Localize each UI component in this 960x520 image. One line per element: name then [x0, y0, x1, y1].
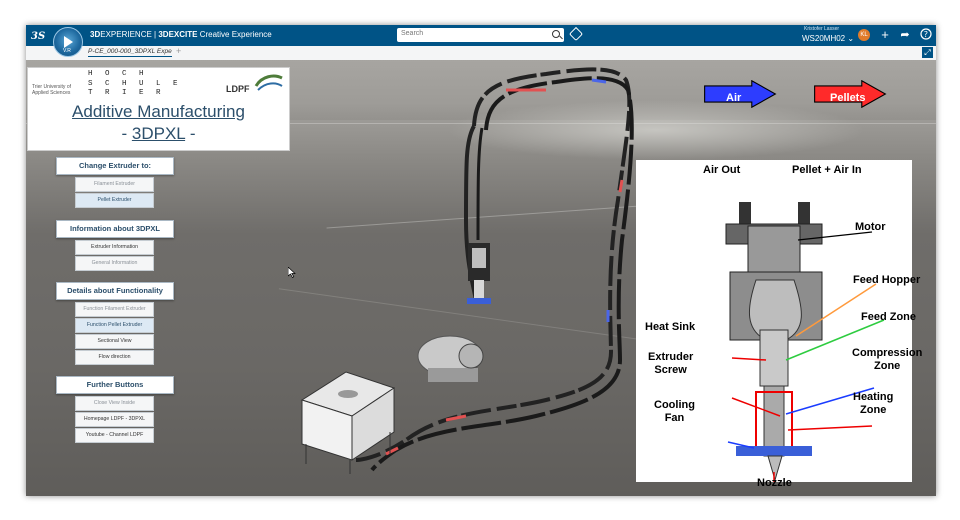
- close-view-inside-button[interactable]: Close View Inside: [75, 396, 154, 411]
- filament-extruder-button[interactable]: Filament Extruder: [75, 177, 154, 192]
- university-name: Trier University of Applied Sciences: [32, 84, 71, 96]
- function-pellet-extruder-button[interactable]: Function Pellet Extruder: [75, 318, 154, 333]
- search-input[interactable]: Search: [397, 28, 564, 42]
- page-title: Additive Manufacturing: [72, 102, 245, 121]
- 3d-viewport[interactable]: Trier University of Applied Sciences H O…: [26, 60, 936, 496]
- label-compression-zone: Compression Zone: [852, 347, 923, 372]
- avatar[interactable]: KL: [858, 29, 870, 41]
- hochschule-line: H O C H: [88, 70, 148, 78]
- subtitle-prefix: -: [121, 124, 132, 143]
- label-motor: Motor: [855, 221, 886, 233]
- add-tab-icon[interactable]: +: [176, 46, 181, 56]
- search-icon[interactable]: [552, 30, 560, 38]
- flow-direction-button[interactable]: Flow direction: [75, 350, 154, 365]
- ldpf-logo: LDPF: [226, 84, 250, 94]
- user-name: Kristofer Lasser: [804, 26, 840, 32]
- label-extruder-screw: Extruder Screw: [648, 351, 694, 376]
- share-icon[interactable]: ➦: [898, 28, 912, 42]
- section-further-buttons: Further Buttons: [56, 376, 174, 394]
- label-air-out: Air Out: [703, 164, 741, 176]
- tab-experience[interactable]: P-CE_000-000_3DPXL Expe: [88, 48, 172, 57]
- app-window: 3S 3DEXPERIENCE | 3DEXCITE Creative Expe…: [26, 25, 936, 496]
- youtube-channel-button[interactable]: Youtube - Channel LDPF: [75, 428, 154, 443]
- brand-light: EXPERIENCE: [100, 30, 152, 39]
- mouse-cursor-icon: [288, 267, 296, 278]
- tab-bar: P-CE_000-000_3DPXL Expe + ⤢: [26, 46, 936, 61]
- brand-bold: 3D: [90, 30, 101, 39]
- label-heat-sink: Heat Sink: [645, 321, 696, 333]
- add-icon[interactable]: +: [878, 28, 892, 42]
- svg-text:?: ?: [924, 30, 928, 39]
- sectional-view-button[interactable]: Sectional View: [75, 334, 154, 349]
- top-bar: 3S 3DEXPERIENCE | 3DEXCITE Creative Expe…: [26, 25, 936, 46]
- label-feed-zone: Feed Zone: [861, 311, 917, 323]
- pellet-extruder-button[interactable]: Pellet Extruder: [75, 193, 154, 208]
- general-information-button[interactable]: General Information: [75, 256, 154, 271]
- section-change-extruder: Change Extruder to:: [56, 157, 174, 175]
- label-cooling-fan: Cooling Fan: [654, 399, 695, 424]
- label-pellet-air-in: Pellet + Air In: [792, 164, 862, 176]
- chevron-down-icon: ⌄: [847, 34, 855, 43]
- air-arrow-label: Air: [726, 92, 742, 104]
- subtitle-main: 3DPXL: [131, 124, 186, 143]
- subtitle-suffix: -: [185, 124, 196, 143]
- tenant-selector[interactable]: WS20MH02 ⌄: [802, 34, 854, 43]
- hochschule-line: S C H U L E: [88, 79, 182, 88]
- hochschule-logo: H O C H S C H U L E T R I E R: [88, 70, 182, 99]
- section-functionality: Details about Functionality: [56, 282, 174, 300]
- hochschule-line: T R I E R: [88, 89, 165, 97]
- page-subtitle: - 3DPXL -: [28, 124, 289, 144]
- extruder-information-button[interactable]: Extruder Information: [75, 240, 154, 255]
- label-nozzle: Nozzle: [757, 477, 792, 489]
- title-card: Trier University of Applied Sciences H O…: [27, 67, 290, 151]
- section-information: Information about 3DPXL: [56, 220, 174, 238]
- dassault-logo-icon[interactable]: 3S: [30, 27, 46, 43]
- product-light: Creative Experience: [197, 30, 272, 39]
- homepage-ldpf-button[interactable]: Homepage LDPF - 3DPXL: [75, 412, 154, 427]
- label-heating-zone: Heating Zone: [853, 391, 894, 416]
- compass-version: V.R: [63, 48, 71, 54]
- fullscreen-icon[interactable]: ⤢: [922, 47, 933, 58]
- app-title: 3DEXPERIENCE | 3DEXCITE Creative Experie…: [90, 30, 272, 39]
- help-icon[interactable]: ?: [919, 28, 933, 42]
- tenant-label: WS20MH02: [802, 34, 846, 43]
- product-bold: 3DEXCITE: [158, 30, 198, 39]
- pellets-arrow-label: Pellets: [830, 92, 866, 104]
- label-feed-hopper: Feed Hopper: [853, 274, 921, 286]
- ldpf-logo-icon: [254, 74, 283, 91]
- function-filament-extruder-button[interactable]: Function Filament Extruder: [75, 302, 154, 317]
- search-placeholder: Search: [401, 30, 424, 37]
- compass-icon[interactable]: V.R: [53, 27, 83, 57]
- tag-icon[interactable]: [568, 26, 584, 42]
- svg-text:3S: 3S: [31, 31, 45, 42]
